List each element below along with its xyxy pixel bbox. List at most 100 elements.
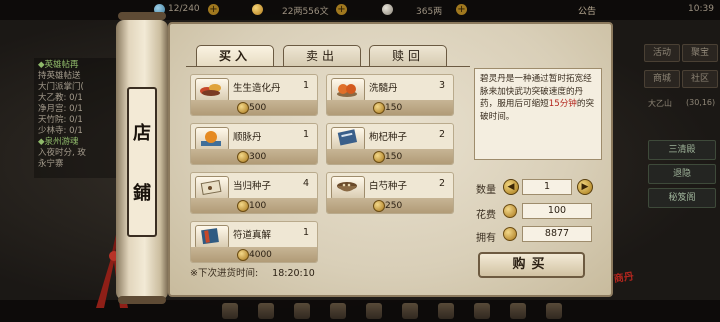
activity-button[interactable]: 活动: [644, 44, 680, 62]
bottom-menu-icon[interactable]: [402, 303, 418, 319]
add-energy-button[interactable]: +: [208, 4, 219, 15]
item-name: 枸杞种子: [369, 132, 408, 143]
tab-buy[interactable]: 买入: [196, 45, 274, 67]
item-card[interactable]: 符道真解 1 4000: [190, 221, 318, 263]
shop-title-char: 店: [133, 123, 151, 144]
quest-line: 净月宫: 0/1: [38, 104, 83, 114]
right-menu: 活动 聚宝 商城 社区 大乙山 (30,16) 三清殿 退隐 秘笈阁: [640, 40, 720, 280]
item-card[interactable]: 白芍种子 2 250: [326, 172, 454, 214]
quest-title: ◆英雄帖再: [38, 60, 79, 70]
item-quantity: 4: [302, 178, 309, 189]
coin-icon: [237, 102, 249, 114]
owned-value: 8877: [522, 226, 592, 242]
quest-tracker[interactable]: ◆英雄帖再 持英雄帖送 大门派掌门( 大乙教: 0/1 净月宫: 0/1 天竹院…: [34, 58, 120, 178]
add-silver-button[interactable]: +: [456, 4, 467, 15]
bottom-menu-icon[interactable]: [258, 303, 274, 319]
quest-line: 天竹院: 0/1: [38, 115, 83, 125]
item-card[interactable]: 生生造化丹 1 500: [190, 74, 318, 116]
bottom-menu-icon[interactable]: [366, 303, 382, 319]
add-copper-button[interactable]: +: [336, 4, 347, 15]
quantity-field[interactable]: 1: [522, 179, 572, 195]
bottom-menu-icon[interactable]: [474, 303, 490, 319]
bottom-menu-icon[interactable]: [438, 303, 454, 319]
item-name: 当归种子: [233, 181, 272, 192]
scroll-cap: [118, 12, 166, 20]
silver-value: 365两: [416, 7, 443, 17]
shop-title-char: 鋪: [133, 183, 151, 204]
item-description: 碧灵丹是一种通过暂时拓宽经脉来加快武功突破速度的丹药，服用后可缩短15分钟的突破…: [474, 68, 602, 160]
quest-title: ◆泉州游魂: [38, 137, 79, 147]
item-card[interactable]: 顺脉丹 1 300: [190, 123, 318, 165]
item-price: 500: [249, 103, 267, 113]
item-card[interactable]: 枸杞种子 2 150: [326, 123, 454, 165]
clock: 10:39: [688, 4, 714, 14]
item-quantity: 1: [302, 129, 309, 140]
orange-ball-icon: [195, 127, 229, 151]
scripture-book-icon: [195, 225, 229, 249]
item-quantity: 2: [438, 178, 445, 189]
coin-icon: [237, 200, 249, 212]
quest-line: 大门派掌门(: [38, 82, 84, 92]
treasure-button[interactable]: 聚宝: [682, 44, 718, 62]
item-name: 符道真解: [233, 230, 272, 241]
seed-bowl-icon: [331, 176, 365, 200]
announcement-link[interactable]: 公告: [578, 4, 596, 17]
item-quantity: 1: [302, 80, 309, 91]
owned-label: 拥有: [476, 233, 496, 244]
quest-line: 大乙教: 0/1: [38, 93, 83, 103]
item-quantity: 2: [438, 129, 445, 140]
sanqing-hall-button[interactable]: 三清殿: [648, 140, 716, 160]
coin-icon: [503, 227, 517, 241]
item-price: 250: [385, 201, 403, 211]
item-price: 100: [249, 201, 267, 211]
quantity-label: 数量: [476, 185, 496, 196]
item-name: 洗髓丹: [369, 83, 398, 94]
quest-line: 入夜时分, 玫: [38, 148, 86, 158]
seal-stamp: 商丹: [613, 271, 635, 286]
item-price: 4000: [249, 250, 272, 260]
item-quantity: 3: [438, 80, 445, 91]
increase-quantity-button[interactable]: ▶: [577, 179, 593, 195]
item-name: 生生造化丹: [233, 83, 281, 94]
quest-line: 少林寺: 0/1: [38, 126, 83, 136]
seed-pack-icon: [195, 176, 229, 200]
retreat-button[interactable]: 退隐: [648, 164, 716, 184]
item-card[interactable]: 洗髓丹 3 150: [326, 74, 454, 116]
tab-sell[interactable]: 卖出: [283, 45, 361, 67]
tab-redeem[interactable]: 赎回: [369, 45, 447, 67]
cost-label: 花费: [476, 210, 496, 221]
bottom-menu-icon[interactable]: [222, 303, 238, 319]
item-price: 150: [385, 152, 403, 162]
seed-book-icon: [331, 127, 365, 151]
decrease-quantity-button[interactable]: ◀: [503, 179, 519, 195]
coin-icon: [373, 151, 385, 163]
item-list: 生生造化丹 1 500 洗髓丹 3 150 顺脉丹 1 300 枸杞种子 2 1…: [186, 68, 469, 263]
restock-label: ※下次进货时间:: [190, 268, 259, 279]
description-highlight: 15分钟: [548, 99, 577, 109]
copper-icon: [252, 4, 263, 15]
bottom-menu-icon[interactable]: [546, 303, 562, 319]
area-coords: (30,16): [686, 98, 716, 107]
coin-icon: [373, 200, 385, 212]
scripture-pavilion-button[interactable]: 秘笈阁: [648, 188, 716, 208]
cost-value: 100: [522, 203, 592, 219]
area-name: 大乙山: [648, 99, 672, 108]
buy-button[interactable]: 购买: [478, 252, 585, 278]
game-screen: 12/240 + 22两556文 + 365两 + 公告 10:39 ◆英雄帖再…: [0, 0, 720, 322]
bottom-menu-icon[interactable]: [510, 303, 526, 319]
item-card[interactable]: 当归种子 4 100: [190, 172, 318, 214]
scroll-cap: [118, 296, 166, 304]
item-name: 顺脉丹: [233, 132, 262, 143]
restock-timer: ※下次进货时间: 18:20:10: [190, 265, 315, 279]
mall-button[interactable]: 商城: [644, 70, 680, 88]
coin-icon: [237, 151, 249, 163]
copper-value: 22两556文: [282, 7, 329, 17]
top-status-bar: 12/240 + 22两556文 + 365两 + 公告 10:39: [0, 0, 720, 20]
bottom-menu-icon[interactable]: [294, 303, 310, 319]
shop-title: 店 鋪: [127, 87, 157, 237]
community-button[interactable]: 社区: [682, 70, 718, 88]
bottom-menu-icon[interactable]: [330, 303, 346, 319]
silver-icon: [382, 4, 393, 15]
coin-icon: [373, 102, 385, 114]
energy-value: 12/240: [168, 4, 200, 14]
